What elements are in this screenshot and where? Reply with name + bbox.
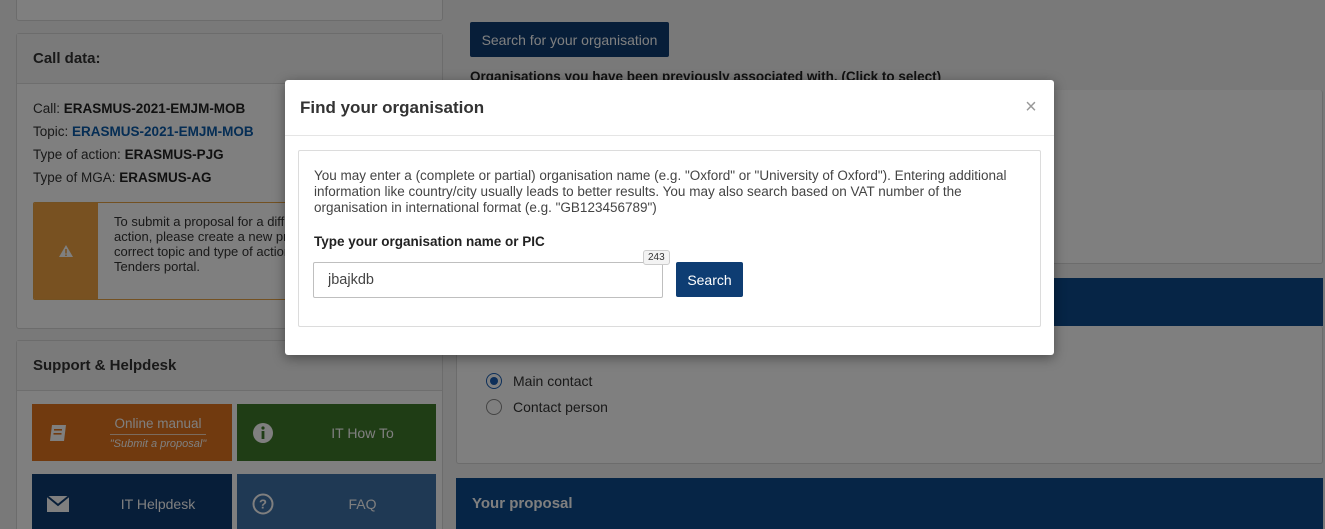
dialog-header: Find your organisation × [285,80,1054,136]
organisation-input-label: Type your organisation name or PIC [314,234,545,249]
organisation-search-input[interactable] [313,262,663,298]
close-icon[interactable]: × [1022,96,1040,118]
char-count-badge: 243 [643,250,670,265]
find-organisation-dialog: Find your organisation × You may enter a… [285,80,1054,355]
dialog-body: You may enter a (complete or partial) or… [298,150,1041,327]
dialog-description: You may enter a (complete or partial) or… [314,168,1007,215]
search-button[interactable]: Search [676,262,743,297]
dialog-title: Find your organisation [300,97,485,117]
